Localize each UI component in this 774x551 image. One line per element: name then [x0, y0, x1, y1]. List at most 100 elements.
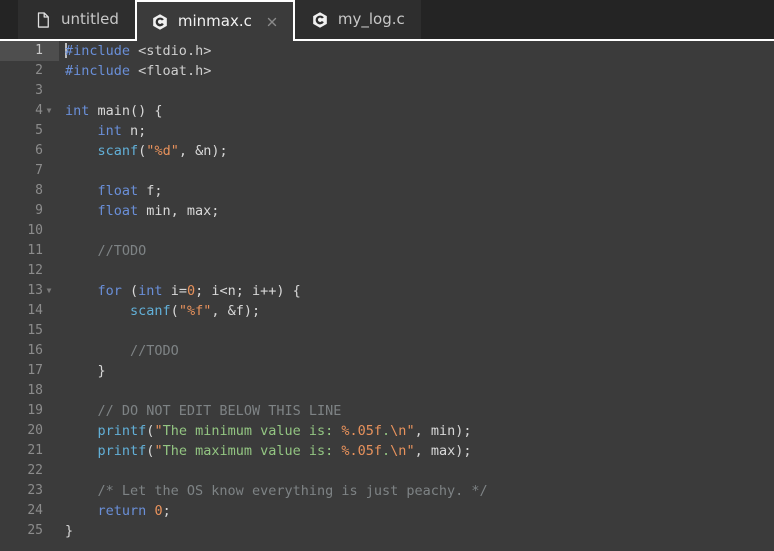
code-line-5[interactable]: int n;: [59, 121, 774, 141]
code-line-20[interactable]: printf("The minimum value is: %.05f.\n",…: [59, 421, 774, 441]
code-token: ; i<n; i++) {: [195, 283, 301, 299]
gutter-line-19[interactable]: 19▼: [0, 401, 59, 421]
code-line-22[interactable]: [59, 461, 774, 481]
gutter-line-2[interactable]: 2▼: [0, 61, 59, 81]
code-token: printf: [97, 443, 147, 459]
code-line-18[interactable]: [59, 381, 774, 401]
code-token: (: [121, 283, 139, 299]
code-line-19[interactable]: // DO NOT EDIT BELOW THIS LINE: [59, 401, 774, 421]
code-line-7[interactable]: [59, 161, 774, 181]
code-line-15[interactable]: [59, 321, 774, 341]
gutter-line-17[interactable]: 17▼: [0, 361, 59, 381]
editor-tab-bar: untitled minmax.c my_log.c: [0, 0, 774, 41]
gutter-line-4[interactable]: 4 ▼: [0, 101, 59, 121]
line-number: 17: [27, 363, 43, 378]
code-lines[interactable]: #include <stdio.h> #include <float.h> int…: [59, 41, 774, 541]
fold-toggle-icon[interactable]: ▼: [43, 281, 55, 301]
line-number: 11: [27, 243, 43, 258]
gutter-line-15[interactable]: 15▼: [0, 321, 59, 341]
line-number: 23: [27, 483, 43, 498]
empty-line: [65, 463, 73, 479]
code-token: 0: [186, 283, 196, 299]
code-line-6[interactable]: scanf("%d", &n);: [59, 141, 774, 161]
gutter-line-16[interactable]: 16▼: [0, 341, 59, 361]
gutter-line-6[interactable]: 6▼: [0, 141, 59, 161]
editor-pane[interactable]: 1▼2▼3▼4▼5▼6▼7▼8▼9▼10▼11▼12▼13▼14▼15▼16▼1…: [0, 41, 774, 551]
tab-minmax-c[interactable]: minmax.c: [134, 0, 295, 41]
code-token: printf: [97, 423, 147, 439]
gutter-line-1[interactable]: 1▼: [0, 41, 59, 61]
code-line-3[interactable]: [59, 81, 774, 101]
gutter-line-22[interactable]: 22▼: [0, 461, 59, 481]
code-line-4[interactable]: int main() {: [59, 101, 774, 121]
code-token: }: [65, 523, 74, 539]
code-token: // DO NOT EDIT BELOW THIS LINE: [97, 403, 342, 419]
code-line-25[interactable]: }: [59, 521, 774, 541]
code-line-10[interactable]: [59, 221, 774, 241]
code-token: for: [97, 283, 122, 299]
code-area[interactable]: 1▼2▼3▼4▼5▼6▼7▼8▼9▼10▼11▼12▼13▼14▼15▼16▼1…: [0, 41, 774, 541]
tab-bar-empty-space: [420, 0, 774, 39]
code-token: ;: [162, 503, 171, 519]
code-line-23[interactable]: /* Let the OS know everything is just pe…: [59, 481, 774, 501]
code-token: \n: [390, 423, 407, 439]
code-line-8[interactable]: float f;: [59, 181, 774, 201]
gutter-line-7[interactable]: 7▼: [0, 161, 59, 181]
code-line-9[interactable]: float min, max;: [59, 201, 774, 221]
code-token: ": [406, 423, 415, 439]
gutter-line-9[interactable]: 9▼: [0, 201, 59, 221]
empty-line: [65, 223, 73, 239]
gutter-line-14[interactable]: 14▼: [0, 301, 59, 321]
gutter-line-23[interactable]: 23▼: [0, 481, 59, 501]
gutter-line-11[interactable]: 11▼: [0, 241, 59, 261]
gutter-line-10[interactable]: 10▼: [0, 221, 59, 241]
code-token: //TODO: [97, 243, 147, 259]
code-line-14[interactable]: scanf("%f", &f);: [59, 301, 774, 321]
code-token: #include: [65, 63, 131, 79]
gutter-line-12[interactable]: 12▼: [0, 261, 59, 281]
tab-list: untitled minmax.c my_log.c: [18, 0, 421, 41]
gutter-line-20[interactable]: 20▼: [0, 421, 59, 441]
line-number-gutter[interactable]: 1▼2▼3▼4▼5▼6▼7▼8▼9▼10▼11▼12▼13▼14▼15▼16▼1…: [0, 41, 59, 541]
code-line-11[interactable]: //TODO: [59, 241, 774, 261]
gutter-line-5[interactable]: 5▼: [0, 121, 59, 141]
code-token: The maximum value is:: [162, 443, 342, 459]
code-line-12[interactable]: [59, 261, 774, 281]
code-token: }: [65, 363, 106, 379]
tab-my-log-c[interactable]: my_log.c: [294, 0, 421, 39]
code-line-17[interactable]: }: [59, 361, 774, 381]
gutter-line-21[interactable]: 21▼: [0, 441, 59, 461]
tab-label: untitled: [61, 10, 119, 28]
gutter-line-3[interactable]: 3▼: [0, 81, 59, 101]
close-icon[interactable]: [265, 15, 279, 29]
gutter-line-8[interactable]: 8▼: [0, 181, 59, 201]
gutter-line-13[interactable]: 13 ▼: [0, 281, 59, 301]
line-number: 24: [27, 503, 43, 518]
line-number: 15: [27, 323, 43, 338]
code-token: int: [65, 103, 90, 119]
code-token: return: [97, 503, 147, 519]
fold-toggle-icon[interactable]: ▼: [43, 101, 55, 121]
code-token: n;: [121, 123, 147, 139]
code-line-16[interactable]: //TODO: [59, 341, 774, 361]
code-token: ": [154, 423, 163, 439]
gutter-line-18[interactable]: 18▼: [0, 381, 59, 401]
tab-untitled[interactable]: untitled: [18, 0, 135, 39]
line-number: 13: [27, 283, 43, 298]
code-line-13[interactable]: for (int i=0; i<n; i++) {: [59, 281, 774, 301]
line-number: 8: [35, 183, 43, 198]
tab-label: my_log.c: [337, 10, 405, 28]
code-line-21[interactable]: printf("The maximum value is: %.05f.\n",…: [59, 441, 774, 461]
code-line-2[interactable]: #include <float.h>: [59, 61, 774, 81]
code-line-1[interactable]: #include <stdio.h>: [59, 41, 774, 61]
code-token: main() {: [89, 103, 163, 119]
code-line-24[interactable]: return 0;: [59, 501, 774, 521]
gutter-line-25[interactable]: 25▼: [0, 521, 59, 541]
gutter-line-24[interactable]: 24▼: [0, 501, 59, 521]
code-token: %d: [154, 143, 171, 159]
